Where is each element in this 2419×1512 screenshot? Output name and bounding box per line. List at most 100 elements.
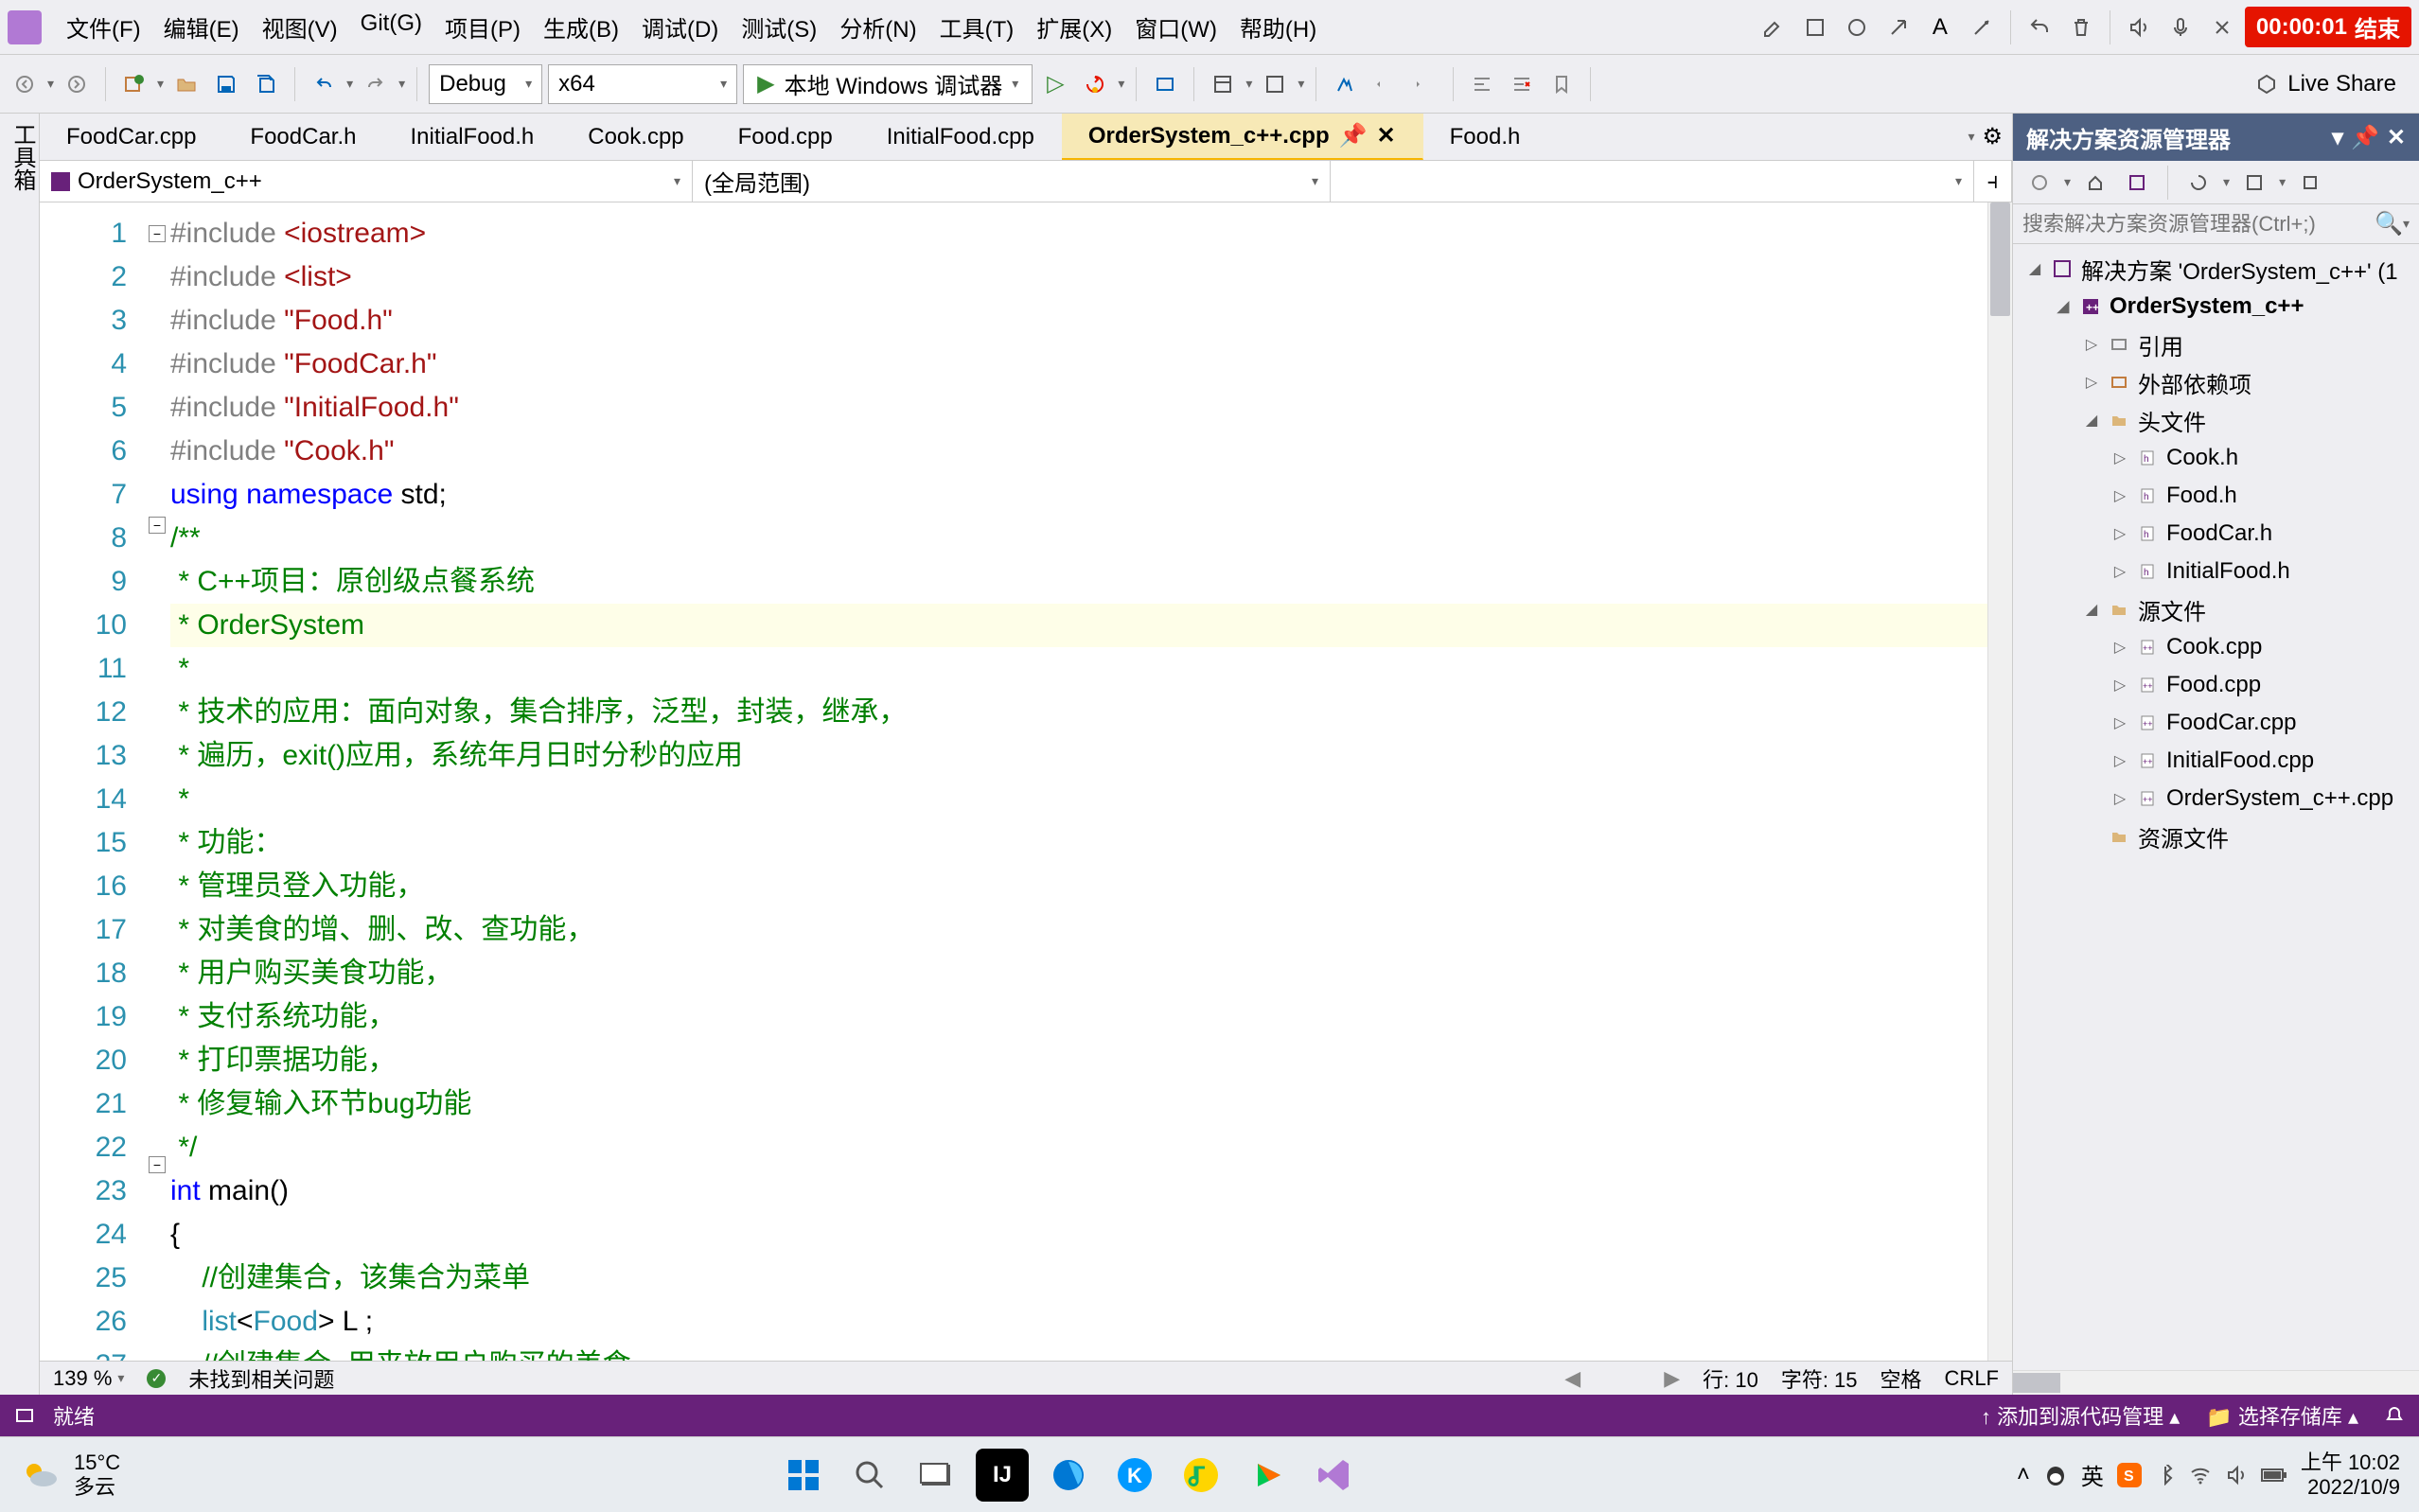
sol-back-icon[interactable]: [2022, 166, 2057, 200]
member-dropdown[interactable]: (全局范围)▾: [693, 161, 1331, 202]
tree-references[interactable]: ▷ 引用: [2013, 325, 2419, 363]
menu-item[interactable]: 项目(P): [433, 5, 532, 49]
menu-item[interactable]: 窗口(W): [1123, 5, 1228, 49]
taskview-button[interactable]: [909, 1449, 962, 1502]
tree-file[interactable]: ▷++Cook.cpp: [2013, 628, 2419, 666]
fold-toggle[interactable]: −: [149, 517, 166, 534]
select-repo[interactable]: 📁 选择存储库 ▴: [2206, 1400, 2358, 1431]
save-all-icon[interactable]: [249, 67, 283, 101]
zoom-control[interactable]: 139 % ▾: [53, 1366, 124, 1391]
nav-back-icon[interactable]: [8, 67, 42, 101]
tray-bluetooth-icon[interactable]: [2155, 1465, 2176, 1486]
tool-icon-3[interactable]: [1258, 67, 1292, 101]
menu-item[interactable]: Git(G): [349, 5, 433, 49]
app-edge-icon[interactable]: [1042, 1449, 1095, 1502]
arrow-icon[interactable]: [1880, 9, 1917, 46]
tree-headers-folder[interactable]: ◢ 头文件: [2013, 401, 2419, 439]
notifications-icon[interactable]: [2385, 1406, 2404, 1425]
sidebar-hscroll[interactable]: [2013, 1370, 2419, 1395]
menu-item[interactable]: 测试(S): [730, 5, 828, 49]
split-editor-icon[interactable]: ⫞: [1974, 161, 2012, 202]
tool-icon-1[interactable]: [1148, 67, 1182, 101]
start-debug-button[interactable]: ▶ 本地 Windows 调试器 ▾: [743, 64, 1033, 104]
pin-icon[interactable]: 📌: [1339, 122, 1368, 149]
tree-file[interactable]: ▷++OrderSystem_c++.cpp: [2013, 780, 2419, 818]
tray-volume-icon[interactable]: [2225, 1464, 2248, 1486]
editor-tab[interactable]: InitialFood.cpp: [860, 114, 1062, 160]
left-gutter-toolbox[interactable]: 工具箱: [0, 114, 40, 1395]
panel-close-icon[interactable]: ✕: [2387, 124, 2406, 151]
new-project-icon[interactable]: [117, 67, 151, 101]
editor-tab[interactable]: Food.cpp: [712, 114, 860, 160]
app-jetbrains-icon[interactable]: IJ: [976, 1449, 1029, 1502]
sol-filter-icon[interactable]: [2237, 166, 2271, 200]
editor-tab[interactable]: Food.h: [1423, 114, 1548, 160]
speaker-icon[interactable]: [2120, 9, 2158, 46]
function-dropdown[interactable]: ▾: [1331, 161, 1974, 202]
tool-icon-2[interactable]: [1206, 67, 1240, 101]
outdent-icon[interactable]: [1368, 67, 1402, 101]
wand-icon[interactable]: [1963, 9, 2001, 46]
tree-file[interactable]: ▷hFood.h: [2013, 477, 2419, 515]
edit-pencil-icon[interactable]: [1755, 9, 1792, 46]
issues-label[interactable]: 未找到相关问题: [188, 1363, 334, 1394]
tree-project[interactable]: ◢ ++ OrderSystem_c++: [2013, 288, 2419, 325]
weather-widget[interactable]: 15°C 多云: [19, 1450, 120, 1500]
undo-icon[interactable]: [2021, 9, 2058, 46]
fold-toggle[interactable]: −: [149, 1156, 166, 1173]
nav-forward-icon[interactable]: [60, 67, 94, 101]
close-icon[interactable]: [2203, 9, 2241, 46]
menu-item[interactable]: 生成(B): [532, 5, 630, 49]
tree-file[interactable]: ▷hFoodCar.h: [2013, 515, 2419, 553]
open-folder-icon[interactable]: [169, 67, 203, 101]
editor-tab[interactable]: InitialFood.h: [384, 114, 562, 160]
sol-refresh-icon[interactable]: [2181, 166, 2216, 200]
tree-file[interactable]: ▷hInitialFood.h: [2013, 553, 2419, 590]
config-select[interactable]: Debug▾: [429, 64, 542, 104]
trash-icon[interactable]: [2062, 9, 2100, 46]
tray-sogou-icon[interactable]: S: [2117, 1463, 2142, 1487]
comment-icon[interactable]: [1465, 67, 1499, 101]
close-tab-icon[interactable]: ✕: [1377, 122, 1396, 149]
recording-badge[interactable]: 00:00:01 结束: [2245, 7, 2411, 47]
sol-home-icon[interactable]: [2078, 166, 2112, 200]
tree-resources-folder[interactable]: 资源文件: [2013, 818, 2419, 855]
add-source-control[interactable]: ↑ 添加到源代码管理 ▴: [1981, 1400, 2180, 1431]
platform-select[interactable]: x64▾: [548, 64, 737, 104]
menu-item[interactable]: 扩展(X): [1025, 5, 1123, 49]
code-editor[interactable]: #include <iostream>#include <list>#inclu…: [170, 202, 1987, 1361]
search-icon[interactable]: 🔍: [2375, 210, 2403, 237]
menu-item[interactable]: 工具(T): [928, 5, 1026, 49]
tray-ime-indicator[interactable]: 英: [2081, 1458, 2104, 1491]
menu-item[interactable]: 文件(F): [55, 5, 152, 49]
redo-toolbar-icon[interactable]: [359, 67, 393, 101]
save-icon[interactable]: [209, 67, 243, 101]
tray-battery-icon[interactable]: [2261, 1467, 2287, 1484]
vertical-scrollbar[interactable]: [1987, 202, 2012, 1361]
tray-wifi-icon[interactable]: [2189, 1464, 2212, 1486]
menu-item[interactable]: 编辑(E): [152, 5, 251, 49]
menu-item[interactable]: 分析(N): [828, 5, 927, 49]
panel-pin-icon[interactable]: 📌: [2351, 124, 2379, 151]
panel-dropdown-icon[interactable]: ▾: [2332, 124, 2343, 151]
start-without-debug-icon[interactable]: ▷: [1038, 67, 1072, 101]
app-tencent-video-icon[interactable]: [1241, 1449, 1294, 1502]
scope-dropdown[interactable]: OrderSystem_c++▾: [40, 161, 693, 202]
tree-solution-root[interactable]: ◢ 解决方案 'OrderSystem_c++' (1: [2013, 250, 2419, 288]
editor-tab[interactable]: Cook.cpp: [561, 114, 711, 160]
microphone-icon[interactable]: [2162, 9, 2199, 46]
indent-icon[interactable]: [1407, 67, 1441, 101]
app-visualstudio-icon[interactable]: [1307, 1449, 1360, 1502]
editor-tab[interactable]: FoodCar.cpp: [40, 114, 223, 160]
tree-file[interactable]: ▷++FoodCar.cpp: [2013, 704, 2419, 742]
output-icon[interactable]: [15, 1406, 34, 1425]
square-icon[interactable]: [1796, 9, 1834, 46]
hot-reload-icon[interactable]: [1078, 67, 1112, 101]
bookmark-icon[interactable]: [1545, 67, 1579, 101]
fold-toggle[interactable]: −: [149, 225, 166, 242]
tab-settings-icon[interactable]: ⚙: [1982, 123, 2003, 150]
tree-file[interactable]: ▷++Food.cpp: [2013, 666, 2419, 704]
undo-toolbar-icon[interactable]: [307, 67, 341, 101]
search-button[interactable]: [843, 1449, 896, 1502]
app-qqmusic-icon[interactable]: [1174, 1449, 1227, 1502]
